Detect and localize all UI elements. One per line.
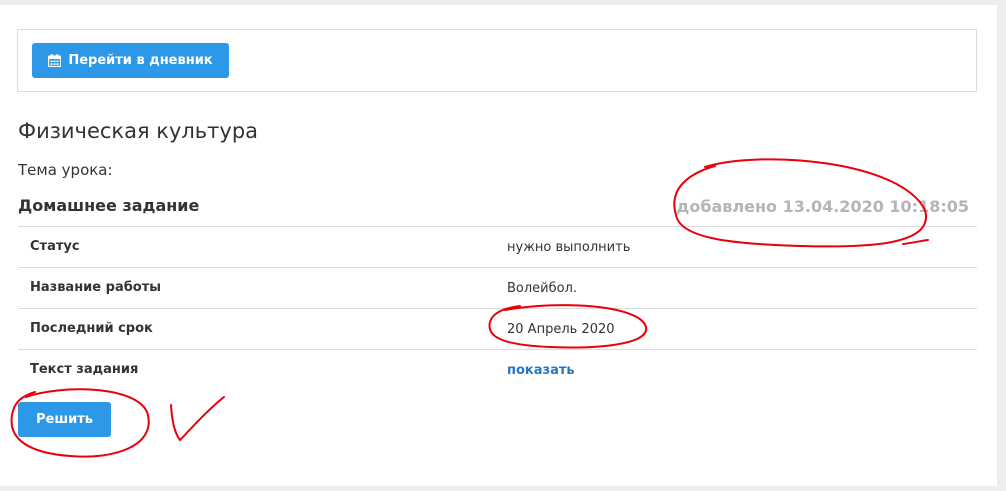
table-row-work-name: Название работы Волейбол.	[18, 268, 977, 309]
lesson-topic-label: Тема урока:	[18, 161, 113, 179]
deadline-value: 20 Апрель 2020	[507, 322, 615, 337]
table-row-deadline: Последний срок 20 Апрель 2020	[18, 309, 977, 350]
table-row-task-text: Текст задания показать	[18, 350, 977, 390]
added-timestamp: добавлено 13.04.2020 10:18:05	[676, 197, 969, 216]
go-to-diary-label: Перейти в дневник	[68, 53, 213, 68]
homework-heading: Домашнее задание	[18, 196, 200, 215]
homework-details-table: Статус нужно выполнить Название работы В…	[18, 226, 977, 390]
work-name-value: Волейбол.	[507, 281, 578, 296]
calendar-icon	[48, 54, 62, 67]
status-label: Статус	[30, 239, 80, 254]
status-value: нужно выполнить	[507, 240, 631, 255]
table-row-status: Статус нужно выполнить	[18, 227, 977, 268]
homework-card: Перейти в дневник Физическая культура Те…	[0, 5, 997, 486]
work-name-label: Название работы	[30, 280, 162, 295]
deadline-label: Последний срок	[30, 321, 153, 336]
show-task-text-link[interactable]: показать	[507, 363, 575, 378]
toolbar-panel: Перейти в дневник	[17, 29, 977, 92]
go-to-diary-button[interactable]: Перейти в дневник	[32, 43, 229, 78]
subject-title: Физическая культура	[18, 119, 259, 143]
solve-button[interactable]: Решить	[18, 402, 111, 437]
task-text-label: Текст задания	[30, 362, 139, 377]
solve-button-label: Решить	[35, 412, 93, 427]
